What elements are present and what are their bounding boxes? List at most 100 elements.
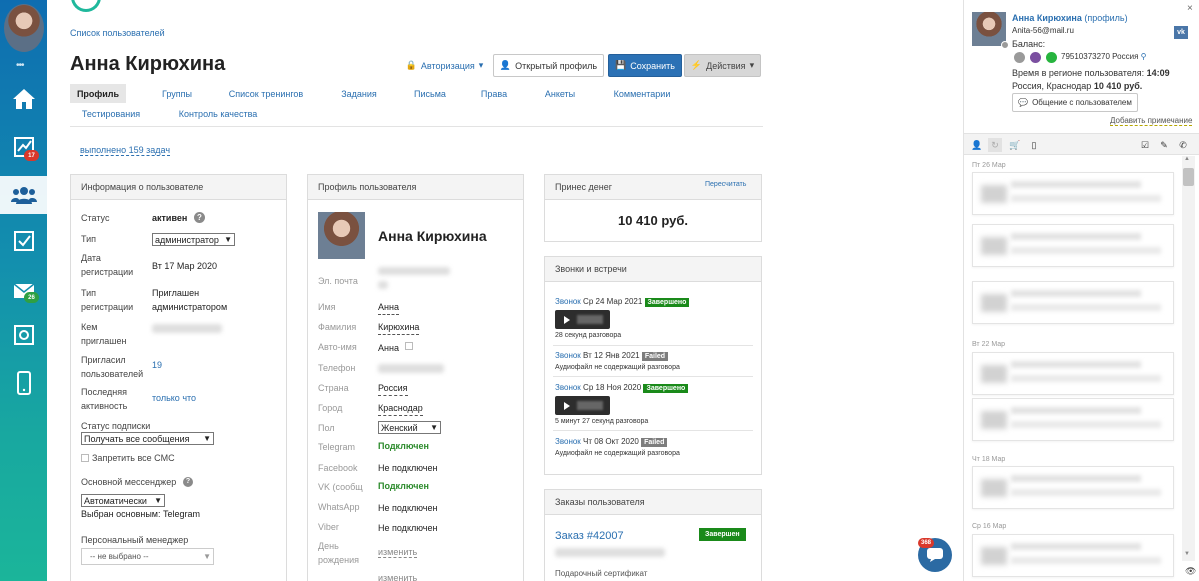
vk-icon[interactable]: vk — [1174, 26, 1188, 39]
profile-panel: Профиль пользователя Анна Кирюхина Эл. п… — [307, 174, 524, 581]
tab-trainings[interactable]: Список тренингов — [222, 84, 310, 103]
last-activity-value[interactable]: только что — [152, 393, 196, 403]
call-link[interactable]: Звонок — [555, 383, 581, 392]
call-item-3: Звонок Ср 18 Ноя 2020 Завершено — [555, 383, 689, 393]
bolt-icon: ⚡ — [690, 60, 703, 70]
help-icon[interactable]: ? — [194, 212, 205, 223]
sidebar-item-safe[interactable] — [0, 316, 47, 354]
orders-title: Заказы пользователя — [545, 490, 761, 515]
orders-panel: Заказы пользователя Заказ #42007 Заверше… — [544, 489, 762, 581]
tab-tasks[interactable]: Задания — [332, 84, 386, 103]
close-icon[interactable]: × — [1187, 3, 1193, 14]
side-avatar[interactable] — [972, 12, 1006, 46]
tasks-done-link[interactable]: выполнено 159 задач — [80, 145, 171, 156]
manager-select[interactable]: -- не выбрано -- ▼ — [81, 548, 214, 565]
side-profile-link[interactable]: (профиль) — [1084, 13, 1127, 23]
sidebar-item-checklist[interactable] — [0, 222, 47, 260]
auth-dropdown-button[interactable]: 🔒 Авторизация ▾ — [402, 54, 487, 77]
sidebar-item-mobile[interactable] — [0, 364, 47, 402]
messenger-label: Основной мессенджер — [81, 477, 177, 487]
gender-select[interactable]: Женский ▼ — [378, 421, 441, 434]
edit-link[interactable]: изменить — [378, 573, 417, 581]
tab-comments[interactable]: Комментарии — [608, 84, 676, 103]
checkbox-icon — [13, 231, 34, 251]
field-firstname-value[interactable]: Анна — [378, 300, 399, 315]
mobile-tab-icon[interactable]: ▯ — [1027, 138, 1041, 152]
tab-profile[interactable]: Профиль — [70, 84, 126, 103]
profile-photo[interactable] — [318, 212, 365, 259]
viber-icon[interactable] — [1030, 52, 1041, 63]
field-city-value[interactable]: Краснодар — [378, 401, 423, 416]
divider — [553, 376, 753, 377]
sidebar-item-users[interactable] — [0, 176, 47, 214]
feed-card[interactable] — [972, 224, 1174, 267]
recalc-link[interactable]: Пересчитать — [705, 181, 746, 188]
feed-card[interactable] — [972, 398, 1174, 441]
subscription-select[interactable]: Получать все сообщения ▼ — [81, 432, 214, 445]
call-status-badge: Завершено — [644, 298, 690, 307]
scroll-down-icon[interactable]: ▼ — [1184, 551, 1190, 557]
search-icon[interactable]: ⚲ — [1141, 52, 1147, 61]
open-profile-button[interactable]: 👤 Открытый профиль — [493, 54, 604, 77]
audio-player[interactable] — [555, 310, 610, 329]
sidebar-item-home[interactable] — [0, 80, 47, 118]
side-phone: 79510373270 Россия — [1061, 52, 1139, 61]
field-country-value[interactable]: Россия — [378, 381, 408, 396]
help-icon[interactable]: ? — [183, 477, 193, 487]
user-tab-icon[interactable]: 👤 — [970, 138, 984, 152]
side-name-link[interactable]: Анна Кирюхина — [1012, 13, 1082, 23]
feed-card[interactable] — [972, 281, 1174, 324]
autoname-checkbox[interactable] — [405, 342, 413, 350]
more-dots-icon[interactable]: ••• — [16, 60, 24, 71]
ban-sms-checkbox[interactable] — [81, 454, 89, 462]
sidebar-avatar[interactable] — [4, 4, 44, 52]
field-viber-label: Viber — [318, 522, 339, 532]
birthday-edit-link[interactable]: изменить — [378, 547, 418, 558]
tab-letters[interactable]: Письма — [408, 84, 452, 103]
sidebar-item-tasks[interactable] — [0, 128, 47, 166]
user-side-panel: Анна Кирюхина (профиль) vk × Anita-56@ma… — [963, 0, 1199, 581]
scroll-up-icon[interactable]: ▲ — [1184, 156, 1190, 162]
tab-forms[interactable]: Анкеты — [536, 84, 584, 103]
invited-count-link[interactable]: 19 — [152, 360, 162, 370]
check-tab-icon[interactable]: ☑ — [1138, 138, 1152, 152]
caret-down-icon: ▼ — [154, 496, 162, 505]
actions-dropdown-button[interactable]: ⚡ Действия ▾ — [684, 54, 761, 77]
feed-scrollbar[interactable] — [1182, 156, 1195, 561]
call-link[interactable]: Звонок — [555, 351, 581, 360]
add-note-link[interactable]: Добавить примечание — [1110, 116, 1193, 126]
field-country-label: Страна — [318, 383, 349, 393]
call-link[interactable]: Звонок — [555, 297, 581, 306]
type-label: Тип — [81, 234, 97, 244]
breadcrumb[interactable]: Список пользователей — [70, 28, 165, 38]
call-link[interactable]: Звонок — [555, 437, 581, 446]
cart-tab-icon[interactable]: 🛒 — [1008, 138, 1022, 152]
tab-testing[interactable]: Тестирования — [70, 104, 152, 123]
feed-scrollbar-thumb[interactable] — [1183, 168, 1194, 186]
whatsapp-icon[interactable] — [1046, 52, 1057, 63]
sidebar-item-mail[interactable] — [0, 272, 47, 310]
field-lastname-value[interactable]: Кирюхина — [378, 320, 420, 335]
save-button[interactable]: 💾 Сохранить — [608, 54, 682, 77]
side-balance-label: Баланс: — [1012, 39, 1046, 49]
tab-rights[interactable]: Права — [474, 84, 514, 103]
audio-player[interactable] — [555, 396, 610, 415]
history-tab-icon[interactable]: ↻ — [988, 138, 1002, 152]
messenger-select[interactable]: Автоматически ▼ — [81, 494, 165, 507]
tab-quality-control[interactable]: Контроль качества — [170, 104, 266, 123]
phone-tab-icon[interactable]: ✆ — [1176, 138, 1190, 152]
pencil-tab-icon[interactable]: ✎ — [1157, 138, 1171, 152]
feed-card[interactable] — [972, 352, 1174, 395]
call-date: Ср 18 Ноя 2020 — [583, 383, 642, 392]
feed-card[interactable] — [972, 534, 1174, 577]
order-link[interactable]: Заказ #42007 — [555, 530, 624, 542]
type-select[interactable]: администратор ▼ — [152, 233, 235, 246]
call-icon[interactable] — [1014, 52, 1025, 63]
feed-card[interactable] — [972, 466, 1174, 509]
tab-groups[interactable]: Группы — [150, 84, 204, 103]
eye-icon[interactable]: 👁 — [1185, 566, 1196, 577]
feed-card[interactable] — [972, 172, 1174, 215]
contact-user-button[interactable]: 💬 Общение с пользователем — [1012, 93, 1138, 112]
subscription-select-value: Получать все сообщения — [84, 433, 190, 444]
field-autoname-value: Анна — [378, 343, 399, 353]
